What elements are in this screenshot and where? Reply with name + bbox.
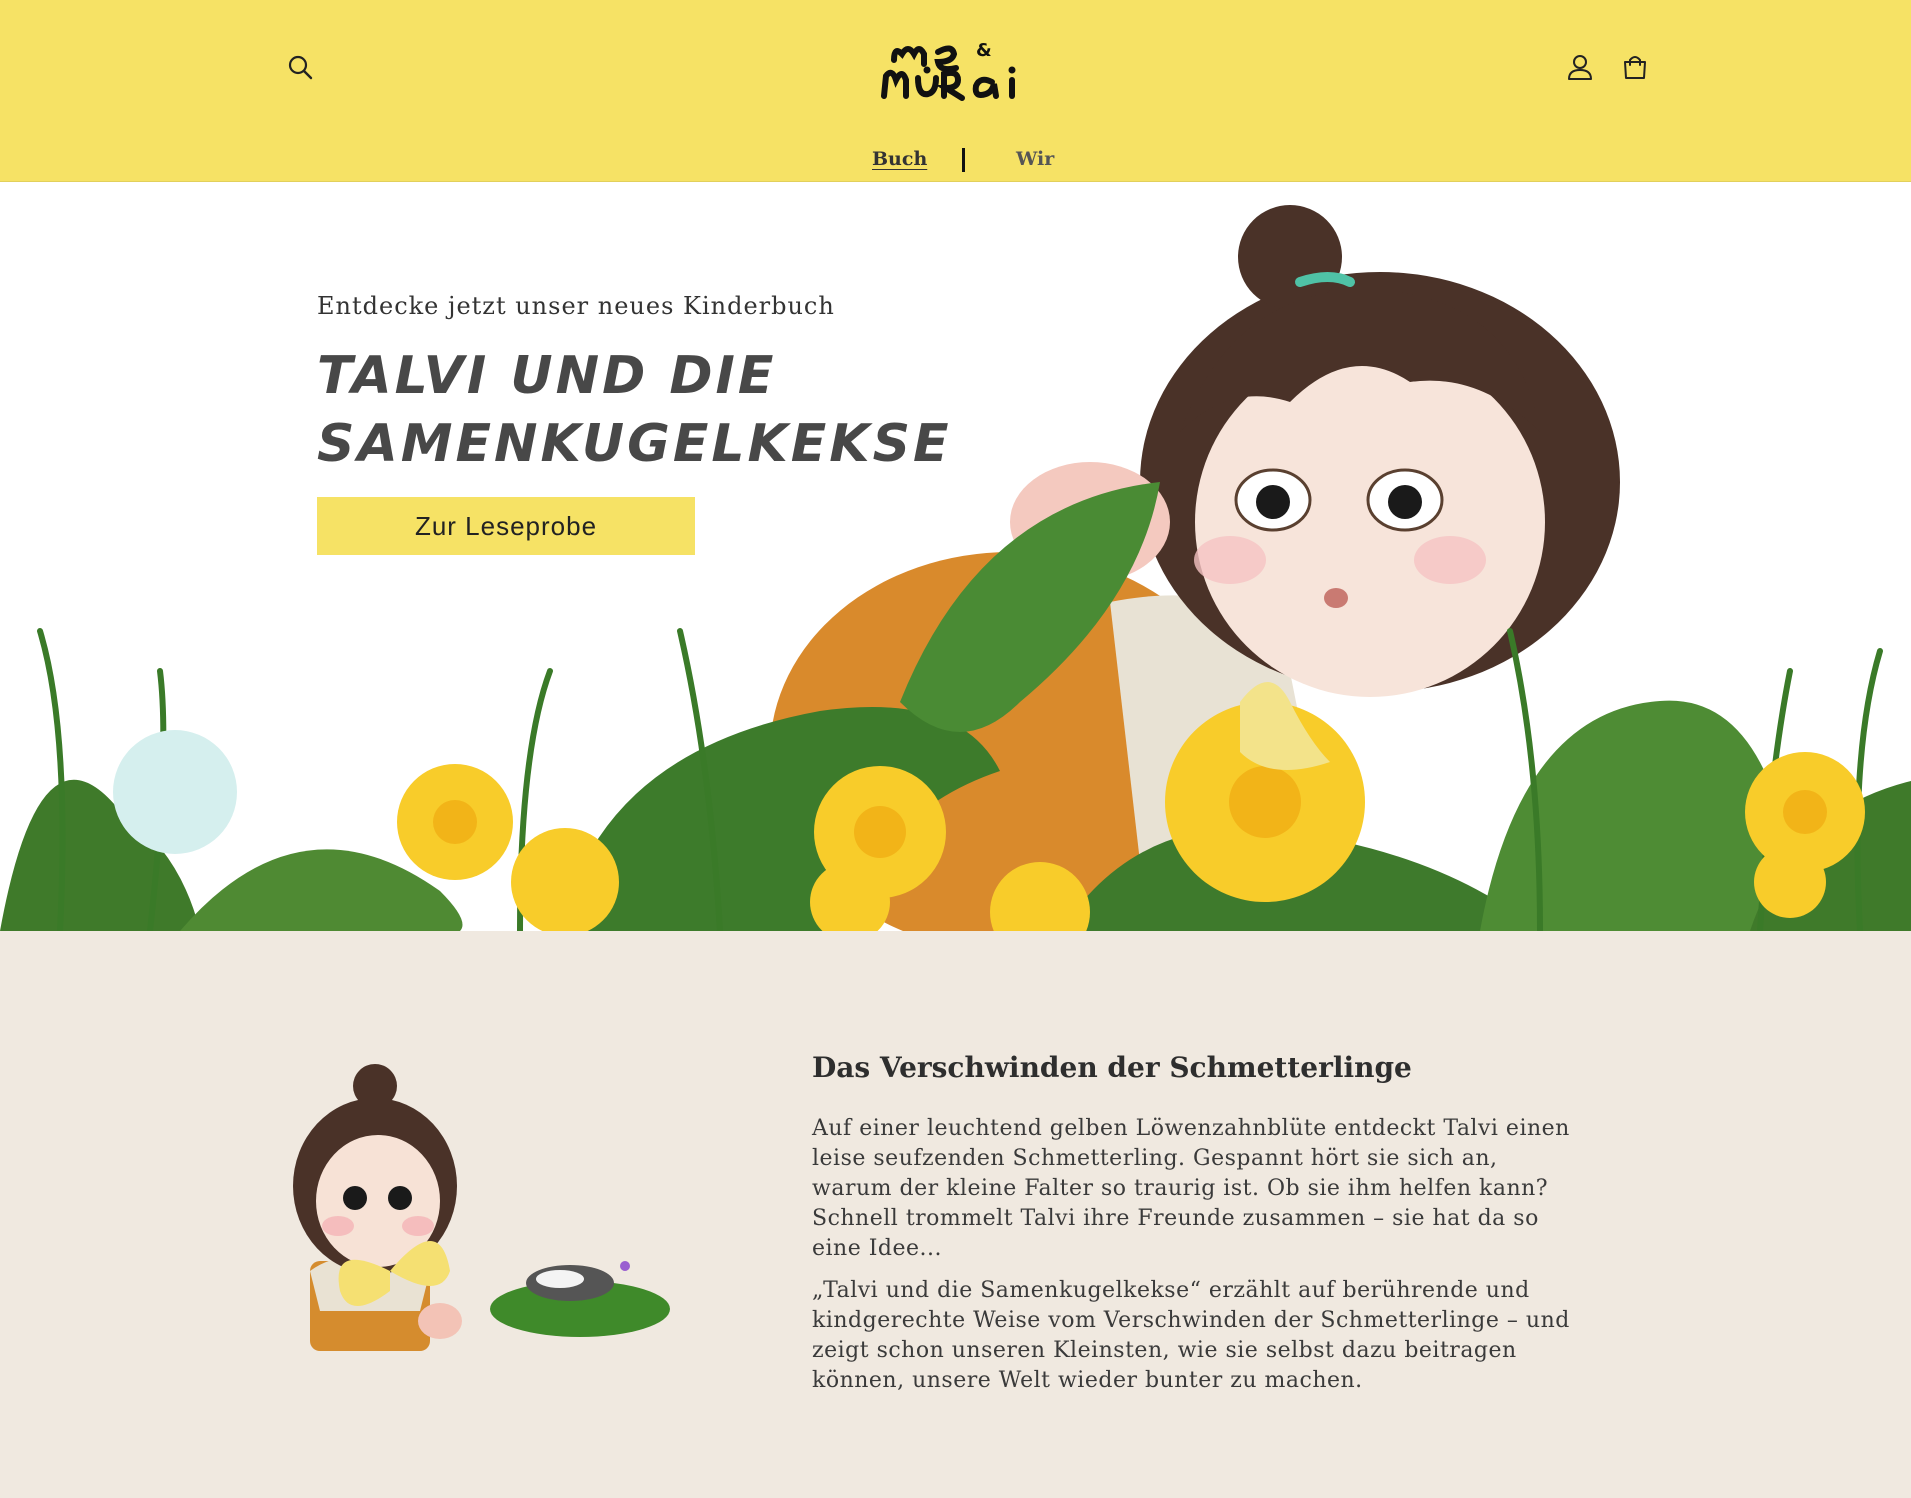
hero-banner: Entdecke jetzt unser neues Kinderbuch TA… [0, 182, 1911, 931]
brand-logo[interactable]: & [880, 30, 1040, 102]
hero-illustration [0, 205, 1911, 931]
hero-title: TALVI UND DIE SAMENKUGELKEKSE [317, 346, 952, 474]
read-sample-button[interactable]: Zur Leseprobe [317, 497, 695, 555]
main-nav: Buch Wir [860, 140, 1060, 180]
nav-item-buch[interactable]: Buch [872, 148, 927, 170]
svg-text:&: & [976, 40, 992, 61]
shopping-bag-icon[interactable] [1615, 47, 1655, 87]
story-heading: Das Verschwinden der Schmetterlinge [812, 1051, 1412, 1084]
nav-item-wir[interactable]: Wir [1016, 148, 1054, 170]
search-icon[interactable] [280, 47, 320, 87]
nav-divider [962, 148, 965, 172]
site-header: & Buch Wir [0, 0, 1911, 182]
story-paragraph: Auf einer leuchtend gelben Löwenzahnblüt… [812, 1116, 1570, 1261]
talvi-butterfly-illustration [293, 1064, 670, 1351]
user-icon[interactable] [1560, 47, 1600, 87]
story-section: Das Verschwinden der Schmetterlinge Auf … [0, 931, 1911, 1498]
hero-kicker: Entdecke jetzt unser neues Kinderbuch [317, 292, 835, 320]
story-paragraph: „Talvi und die Samenkugelkekse“ erzählt … [812, 1278, 1570, 1393]
